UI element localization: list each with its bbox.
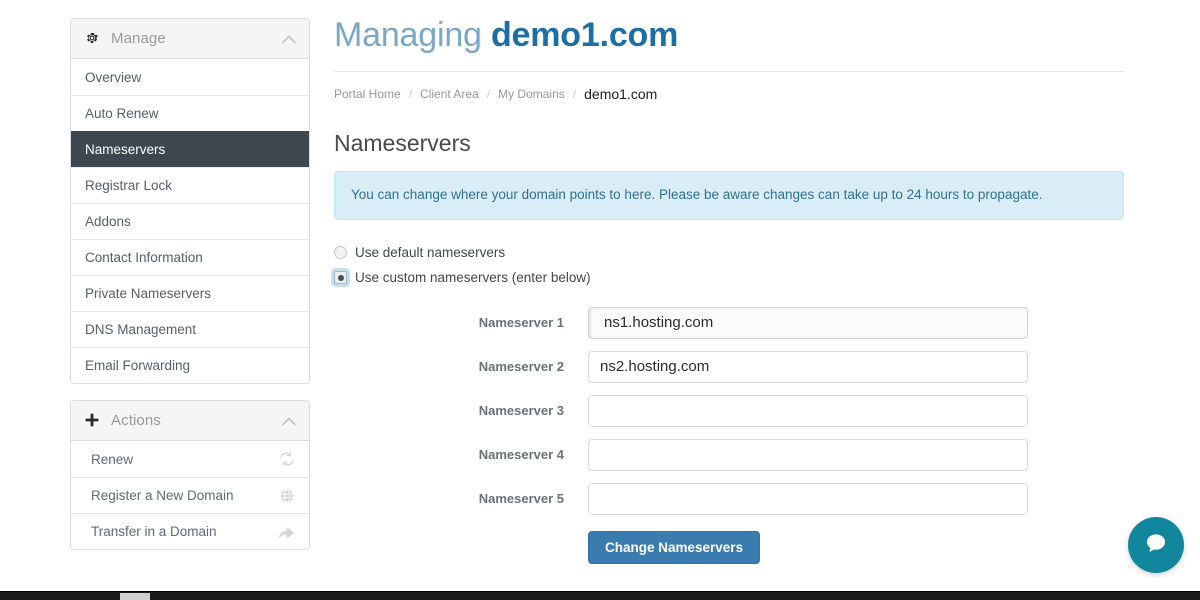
radio-use-default-nameservers[interactable]: Use default nameservers: [334, 242, 1124, 264]
action-item-register-new-domain[interactable]: Register a New Domain: [71, 477, 309, 513]
sidebar-item-registrar-lock[interactable]: Registrar Lock: [71, 167, 309, 203]
form-actions-spacer: [334, 531, 588, 565]
action-item-label: Register a New Domain: [91, 488, 234, 503]
sidebar-item-label: Email Forwarding: [85, 358, 191, 373]
plus-icon: [85, 413, 103, 429]
chevron-up-icon[interactable]: [282, 416, 296, 425]
breadcrumb-my-domains[interactable]: My Domains: [498, 87, 565, 101]
change-nameservers-button[interactable]: Change Nameservers: [588, 530, 761, 565]
page-title-domain: demo1.com: [490, 16, 679, 54]
sidebar-item-dns-management[interactable]: DNS Management: [71, 311, 309, 347]
radio-mark-icon: [334, 246, 347, 260]
form-row-nameserver-2: Nameserver 2: [334, 350, 1124, 383]
sidebar-item-label: Auto Renew: [85, 106, 159, 121]
sidebar-item-nameservers[interactable]: Nameservers: [71, 131, 309, 167]
breadcrumb-client-area[interactable]: Client Area: [420, 87, 479, 101]
sidebar-item-private-nameservers[interactable]: Private Nameservers: [71, 275, 309, 311]
input-nameserver-5[interactable]: [588, 482, 1028, 515]
manage-panel-list: Overview Auto Renew Nameservers Registra…: [71, 59, 309, 383]
form-actions: Change Nameservers: [334, 530, 1124, 565]
sidebar-item-addons[interactable]: Addons: [71, 203, 309, 239]
form-row-nameserver-4: Nameserver 4: [334, 438, 1124, 471]
horizontal-scrollbar[interactable]: [0, 591, 1200, 600]
refresh-icon: [279, 451, 295, 467]
nameservers-form: Nameserver 1 Nameserver 2 Nameserver 3 N…: [334, 306, 1124, 565]
sidebar: Manage Overview Auto Renew Nameservers R…: [70, 18, 310, 566]
page-title: Managing demo1.com: [334, 14, 1124, 72]
sidebar-item-label: Addons: [85, 214, 131, 229]
action-item-transfer-in-domain[interactable]: Transfer in a Domain: [71, 513, 309, 549]
sidebar-item-auto-renew[interactable]: Auto Renew: [71, 95, 309, 131]
globe-icon: [279, 488, 295, 504]
radio-use-custom-nameservers[interactable]: Use custom nameservers (enter below): [334, 267, 1124, 289]
label-nameserver-3: Nameserver 3: [478, 403, 564, 419]
label-nameserver-4: Nameserver 4: [478, 447, 564, 463]
sidebar-item-label: Contact Information: [85, 250, 203, 265]
sidebar-item-label: Overview: [85, 69, 142, 85]
radio-label: Use default nameservers: [355, 245, 506, 261]
main-content: Managing demo1.com Portal Home / Client …: [334, 14, 1124, 565]
input-nameserver-1[interactable]: [588, 306, 1028, 339]
actions-panel-header[interactable]: Actions: [71, 401, 309, 441]
breadcrumb: Portal Home / Client Area / My Domains /…: [334, 86, 1124, 102]
chevron-up-icon[interactable]: [282, 34, 296, 43]
breadcrumb-separator: /: [572, 86, 577, 101]
page-root: Manage Overview Auto Renew Nameservers R…: [0, 0, 1200, 600]
chat-widget-button[interactable]: [1128, 517, 1184, 573]
sidebar-item-label: Registrar Lock: [85, 178, 173, 193]
sidebar-item-label: DNS Management: [85, 322, 197, 337]
label-nameserver-5: Nameserver 5: [478, 491, 564, 507]
breadcrumb-separator: /: [408, 86, 413, 101]
label-nameserver-1: Nameserver 1: [478, 315, 564, 331]
sidebar-item-overview[interactable]: Overview: [71, 59, 309, 95]
gear-icon: [85, 31, 103, 47]
sidebar-item-label: Nameservers: [85, 142, 166, 157]
sidebar-item-label: Private Nameservers: [85, 286, 212, 301]
radio-mark-icon: [334, 271, 347, 285]
action-item-label: Transfer in a Domain: [91, 524, 217, 539]
sidebar-item-email-forwarding[interactable]: Email Forwarding: [71, 347, 309, 383]
page-title-prefix: Managing: [334, 16, 482, 54]
breadcrumb-separator: /: [486, 86, 491, 101]
actions-panel-title: Actions: [111, 412, 161, 429]
form-row-nameserver-1: Nameserver 1: [334, 306, 1124, 339]
manage-panel-header[interactable]: Manage: [71, 19, 309, 59]
breadcrumb-current: demo1.com: [584, 85, 658, 102]
section-title: Nameservers: [334, 129, 471, 156]
actions-panel: Actions Renew Register a New Domain Tran…: [70, 400, 310, 550]
horizontal-scrollbar-thumb[interactable]: [120, 593, 150, 600]
input-nameserver-4[interactable]: [588, 438, 1028, 471]
form-row-nameserver-5: Nameserver 5: [334, 482, 1124, 515]
radio-label: Use custom nameservers (enter below): [355, 270, 591, 286]
form-row-nameserver-3: Nameserver 3: [334, 394, 1124, 427]
nameserver-mode-radio-group: Use default nameservers Use custom names…: [334, 242, 1124, 289]
actions-panel-list: Renew Register a New Domain Transfer in …: [71, 441, 309, 549]
label-nameserver-2: Nameserver 2: [478, 359, 564, 375]
manage-panel: Manage Overview Auto Renew Nameservers R…: [70, 18, 310, 384]
share-arrow-icon: [278, 525, 295, 539]
breadcrumb-portal-home[interactable]: Portal Home: [334, 87, 401, 101]
info-alert: You can change where your domain points …: [334, 171, 1124, 220]
input-nameserver-2[interactable]: [588, 350, 1028, 383]
manage-panel-title: Manage: [111, 30, 166, 47]
input-nameserver-3[interactable]: [588, 394, 1028, 427]
chat-bubble-icon: [1143, 530, 1169, 561]
action-item-renew[interactable]: Renew: [71, 441, 309, 477]
sidebar-item-contact-information[interactable]: Contact Information: [71, 239, 309, 275]
action-item-label: Renew: [91, 451, 134, 467]
